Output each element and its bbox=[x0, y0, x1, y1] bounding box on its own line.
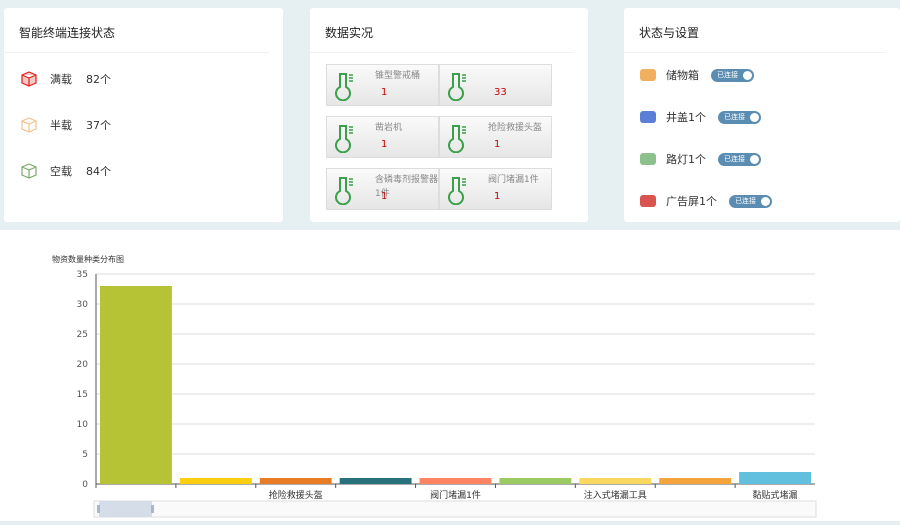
bar bbox=[499, 478, 572, 484]
data-tile[interactable]: 锥型警戒桶 1 bbox=[326, 64, 439, 106]
x-tick-label: 黏贴式堵漏 bbox=[753, 489, 798, 501]
device-item: 广告屏1个 已连接 bbox=[640, 193, 772, 209]
zoom-window bbox=[99, 501, 152, 517]
connection-toggle[interactable]: 已连接 bbox=[711, 68, 754, 82]
tile-value: 1 bbox=[381, 139, 388, 150]
data-tile[interactable]: 含磷毒剂报警器1件 1 bbox=[326, 168, 439, 210]
tile-value: 1 bbox=[381, 87, 388, 98]
device-item: 路灯1个 已连接 bbox=[640, 151, 761, 167]
chart-title: 物资数量种类分布图 bbox=[52, 255, 124, 264]
y-tick-label: 30 bbox=[77, 300, 89, 310]
zoom-track bbox=[93, 500, 817, 518]
data-tile[interactable]: 33 bbox=[439, 64, 552, 106]
bar bbox=[579, 478, 652, 484]
device-icon bbox=[640, 111, 656, 123]
load-item: 空载 84个 bbox=[20, 162, 111, 180]
y-tick-label: 20 bbox=[77, 360, 89, 370]
bar bbox=[339, 478, 412, 484]
y-tick-label: 0 bbox=[82, 480, 88, 490]
data-tile[interactable]: 抢险救援头盔 1 bbox=[439, 116, 552, 158]
device-icon bbox=[640, 153, 656, 165]
x-tick-label: 抢险救援头盔 bbox=[269, 489, 323, 501]
tile-value: 1 bbox=[494, 191, 501, 202]
data-zoom-slider[interactable] bbox=[93, 500, 817, 518]
y-tick-label: 5 bbox=[82, 450, 88, 460]
bar bbox=[739, 472, 811, 484]
device-label: 井盖1个 bbox=[666, 111, 706, 124]
tile-name: 抢险救援头盔 bbox=[488, 123, 543, 133]
thermometer-icon bbox=[448, 177, 466, 205]
bar-chart: 0 5 10 15 20 25 30 35 抢险救援头盔 阀门堵漏1件 注入式堵漏工具 黏贴式堵漏 bbox=[77, 270, 817, 518]
chart-panel: 物资数量种类分布图 0 5 10 15 20 25 30 35 抢险救援头盔 阀门堵漏1件 注入式堵… bbox=[0, 230, 900, 521]
tile-name: 凿岩机 bbox=[375, 123, 403, 133]
device-item: 储物箱 已连接 bbox=[640, 67, 754, 83]
tile-value: 33 bbox=[494, 87, 507, 98]
load-label: 满载 bbox=[50, 73, 72, 86]
tile-value: 1 bbox=[494, 139, 501, 150]
settings-card: 状态与设置 储物箱 已连接 井盖1个 已连接 路灯1个 已连接 广告屏1个 已连接 bbox=[624, 8, 900, 222]
connection-toggle[interactable]: 已连接 bbox=[718, 110, 761, 124]
realtime-data-card: 数据实况 锥型警戒桶 1 33 凿岩机 1 抢险救援头盔 1 含磷毒剂报警器1件 1 阀门堵漏1件… bbox=[310, 8, 882, 222]
card-title: 状态与设置 bbox=[624, 8, 886, 53]
device-label: 路灯1个 bbox=[666, 153, 706, 166]
toggle-label: 已连接 bbox=[717, 71, 738, 79]
device-icon bbox=[640, 69, 656, 81]
box-icon bbox=[21, 71, 37, 87]
toggle-label: 已连接 bbox=[724, 113, 745, 121]
connection-toggle[interactable]: 已连接 bbox=[718, 152, 761, 166]
card-title: 数据实况 bbox=[310, 8, 574, 53]
y-tick-label: 35 bbox=[77, 270, 88, 280]
zoom-handle bbox=[151, 505, 154, 513]
tile-value: 1 bbox=[381, 191, 388, 202]
load-count: 82个 bbox=[86, 73, 111, 86]
load-count: 37个 bbox=[86, 119, 111, 132]
x-tick-label: 阀门堵漏1件 bbox=[430, 489, 481, 501]
toggle-label: 已连接 bbox=[735, 197, 756, 205]
thermometer-icon bbox=[335, 125, 353, 153]
data-tile[interactable]: 凿岩机 1 bbox=[326, 116, 439, 158]
box-icon bbox=[21, 117, 37, 133]
thermometer-icon bbox=[448, 73, 466, 101]
device-label: 储物箱 bbox=[666, 69, 699, 82]
load-label: 空载 bbox=[50, 165, 72, 178]
thermometer-icon bbox=[335, 73, 353, 101]
bar bbox=[419, 478, 492, 484]
data-tile[interactable]: 阀门堵漏1件 1 bbox=[439, 168, 552, 210]
y-tick-label: 25 bbox=[77, 330, 88, 340]
tile-name: 锥型警戒桶 bbox=[375, 71, 421, 81]
bar bbox=[659, 478, 732, 484]
thermometer-icon bbox=[335, 177, 353, 205]
card-title: 智能终端连接状态 bbox=[4, 8, 269, 53]
device-icon bbox=[640, 195, 656, 207]
tile-name: 阀门堵漏1件 bbox=[488, 175, 539, 185]
load-item: 半载 37个 bbox=[20, 116, 111, 134]
device-item: 井盖1个 已连接 bbox=[640, 109, 761, 125]
load-item: 满载 82个 bbox=[20, 70, 111, 88]
zoom-handle bbox=[97, 505, 100, 513]
load-label: 半载 bbox=[50, 119, 72, 132]
x-tick-label: 注入式堵漏工具 bbox=[584, 489, 647, 501]
box-icon bbox=[21, 163, 37, 179]
bar bbox=[259, 478, 332, 484]
device-label: 广告屏1个 bbox=[666, 195, 717, 208]
y-tick-label: 15 bbox=[77, 390, 88, 400]
bar bbox=[179, 478, 252, 484]
y-tick-label: 10 bbox=[77, 420, 89, 430]
bar bbox=[100, 286, 172, 484]
toggle-label: 已连接 bbox=[724, 155, 745, 163]
thermometer-icon bbox=[448, 125, 466, 153]
connection-toggle[interactable]: 已连接 bbox=[729, 194, 772, 208]
terminal-status-card: 智能终端连接状态 满载 82个半载 37个空载 84个 bbox=[4, 8, 283, 222]
load-count: 84个 bbox=[86, 165, 111, 178]
